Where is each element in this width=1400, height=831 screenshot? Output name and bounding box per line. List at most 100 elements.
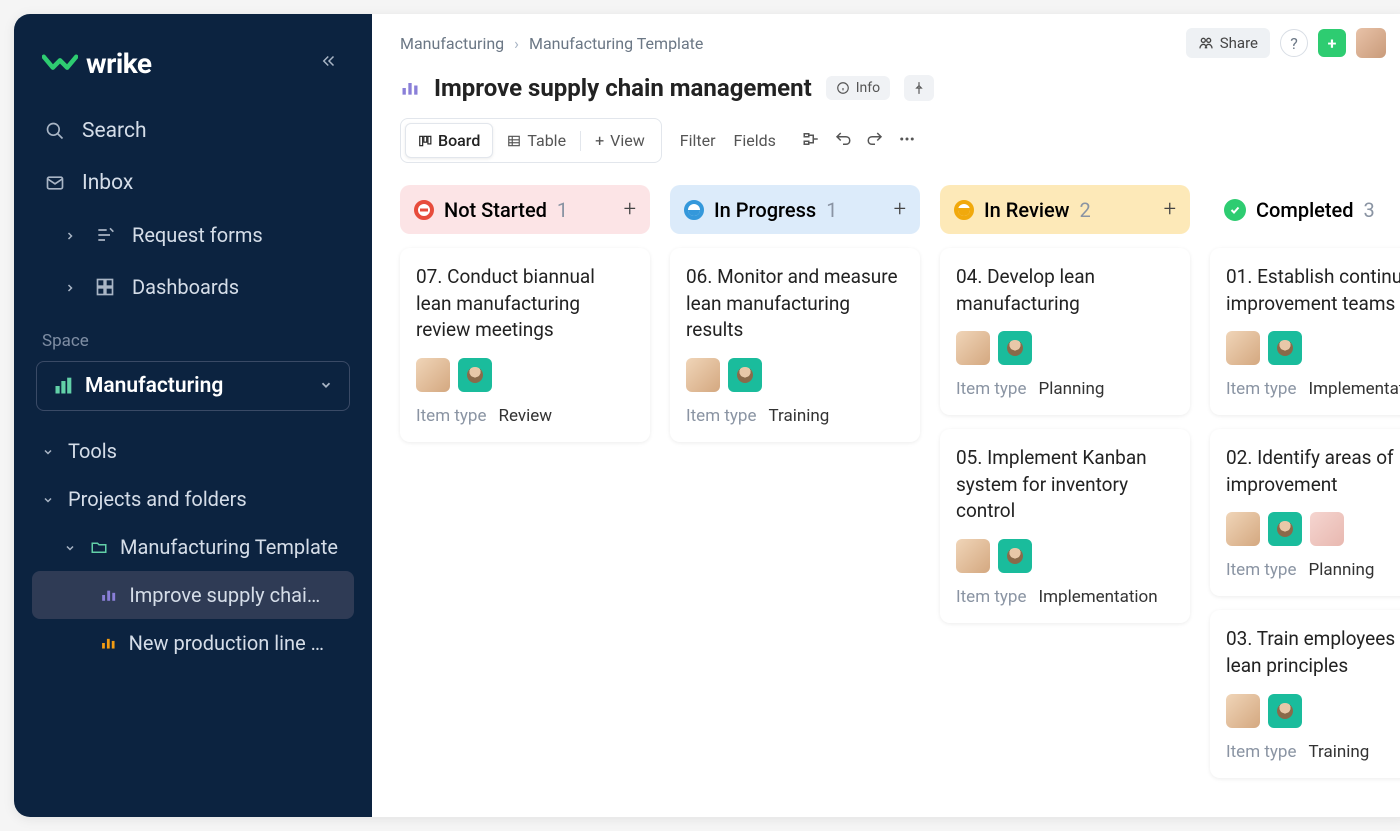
space-name: Manufacturing: [85, 374, 223, 398]
plus-icon: +: [595, 131, 604, 150]
add-card-button[interactable]: +: [1164, 197, 1176, 222]
main: Manufacturing › Manufacturing Template S…: [372, 14, 1400, 817]
inbox-icon: [44, 172, 66, 194]
help-icon: ?: [1290, 34, 1298, 53]
search-icon: [44, 120, 66, 142]
meta-value: Training: [1309, 742, 1370, 762]
card[interactable]: 07. Conduct biannual lean manufacturing …: [400, 248, 650, 442]
collapse-icon[interactable]: [314, 46, 344, 81]
chevron-down-icon: [64, 535, 78, 559]
column-header[interactable]: Completed 3 +: [1210, 185, 1400, 234]
card-title: 01. Establish continuous improvement tea…: [1226, 264, 1400, 317]
column-count: 1: [826, 198, 837, 222]
tree-project-supply-chain[interactable]: Improve supply chain...: [32, 571, 354, 619]
status-not-started-icon: [414, 200, 434, 220]
avatar[interactable]: [956, 539, 990, 573]
meta-label: Item type: [416, 406, 487, 426]
column-not-started: Not Started 1 + 07. Conduct biannual lea…: [400, 185, 650, 797]
card[interactable]: 02. Identify areas of improvement Item t…: [1210, 429, 1400, 596]
nav-inbox-label: Inbox: [82, 171, 133, 195]
avatar[interactable]: [1268, 694, 1302, 728]
column-header[interactable]: In Review 2 +: [940, 185, 1190, 234]
card[interactable]: 01. Establish continuous improvement tea…: [1210, 248, 1400, 415]
meta-value: Review: [499, 406, 553, 426]
fields-button[interactable]: Fields: [734, 131, 776, 150]
avatar[interactable]: [416, 358, 450, 392]
chevron-down-icon: [42, 487, 56, 511]
nav-dashboards[interactable]: Dashboards: [14, 261, 372, 313]
tree-template[interactable]: Manufacturing Template: [14, 523, 372, 571]
nav-request-forms[interactable]: Request forms: [14, 209, 372, 261]
column-header[interactable]: Not Started 1 +: [400, 185, 650, 234]
card[interactable]: 06. Monitor and measure lean manufacturi…: [670, 248, 920, 442]
column-in-progress: In Progress 1 + 06. Monitor and measure …: [670, 185, 920, 797]
logo[interactable]: wrike: [42, 47, 152, 80]
card[interactable]: 03. Train employees on lean principles I…: [1210, 610, 1400, 777]
avatar[interactable]: [1310, 512, 1344, 546]
card-assignees: [686, 358, 904, 392]
info-button[interactable]: Info: [826, 76, 890, 100]
avatar[interactable]: [1226, 331, 1260, 365]
share-button[interactable]: Share: [1186, 28, 1270, 58]
meta-value: Implementation: [1309, 379, 1400, 399]
tree-projects[interactable]: Projects and folders: [14, 475, 372, 523]
project-icon: [100, 586, 117, 604]
filter-button[interactable]: Filter: [680, 131, 716, 150]
add-card-button[interactable]: +: [624, 197, 636, 222]
column-title: In Progress: [714, 198, 816, 222]
avatar[interactable]: [686, 358, 720, 392]
view-table-tab[interactable]: Table: [495, 124, 578, 157]
undo-icon[interactable]: [834, 130, 852, 152]
board: Not Started 1 + 07. Conduct biannual lea…: [372, 175, 1400, 817]
chevron-right-icon: [64, 275, 78, 299]
avatar[interactable]: [458, 358, 492, 392]
avatar[interactable]: [728, 358, 762, 392]
add-button[interactable]: +: [1318, 29, 1346, 57]
tree-tools[interactable]: Tools: [14, 427, 372, 475]
help-button[interactable]: ?: [1280, 29, 1308, 57]
tree-project-production-line[interactable]: New production line in...: [32, 619, 354, 667]
card-title: 03. Train employees on lean principles: [1226, 626, 1400, 679]
chevron-right-icon: [64, 223, 78, 247]
card[interactable]: 04. Develop lean manufacturing Item type…: [940, 248, 1190, 415]
space-selector[interactable]: Manufacturing: [36, 361, 350, 411]
nav-search[interactable]: Search: [14, 105, 372, 157]
column-title: In Review: [984, 198, 1070, 222]
view-board-label: Board: [438, 131, 480, 150]
avatar[interactable]: [998, 331, 1032, 365]
user-avatar[interactable]: [1356, 28, 1386, 58]
meta-label: Item type: [956, 379, 1027, 399]
meta-value: Implementation: [1039, 587, 1158, 607]
nav-inbox[interactable]: Inbox: [14, 157, 372, 209]
table-icon: [507, 134, 521, 148]
column-header[interactable]: In Progress 1 +: [670, 185, 920, 234]
status-in-progress-icon: [684, 200, 704, 220]
avatar[interactable]: [1268, 512, 1302, 546]
add-card-button[interactable]: +: [894, 197, 906, 222]
views-tabs: Board Table + View: [400, 118, 662, 163]
add-view-button[interactable]: + View: [583, 124, 657, 157]
forms-icon: [94, 224, 116, 246]
status-in-review-icon: [954, 200, 974, 220]
meta-label: Item type: [1226, 560, 1297, 580]
avatar[interactable]: [998, 539, 1032, 573]
redo-icon[interactable]: [866, 130, 884, 152]
meta-value: Training: [769, 406, 830, 426]
avatar[interactable]: [1226, 694, 1260, 728]
chevron-down-icon: [319, 377, 333, 396]
card-assignees: [956, 331, 1174, 365]
breadcrumb-root[interactable]: Manufacturing: [400, 34, 504, 53]
more-icon[interactable]: [898, 130, 916, 152]
breadcrumb-parent[interactable]: Manufacturing Template: [529, 34, 703, 53]
avatar[interactable]: [1268, 331, 1302, 365]
card-title: 02. Identify areas of improvement: [1226, 445, 1400, 498]
pin-button[interactable]: [904, 75, 934, 101]
view-board-tab[interactable]: Board: [405, 123, 493, 158]
avatar[interactable]: [956, 331, 990, 365]
chevron-down-icon: [42, 439, 56, 463]
card-assignees: [416, 358, 634, 392]
meta-value: Planning: [1039, 379, 1105, 399]
group-icon[interactable]: [802, 130, 820, 152]
card[interactable]: 05. Implement Kanban system for inventor…: [940, 429, 1190, 623]
avatar[interactable]: [1226, 512, 1260, 546]
